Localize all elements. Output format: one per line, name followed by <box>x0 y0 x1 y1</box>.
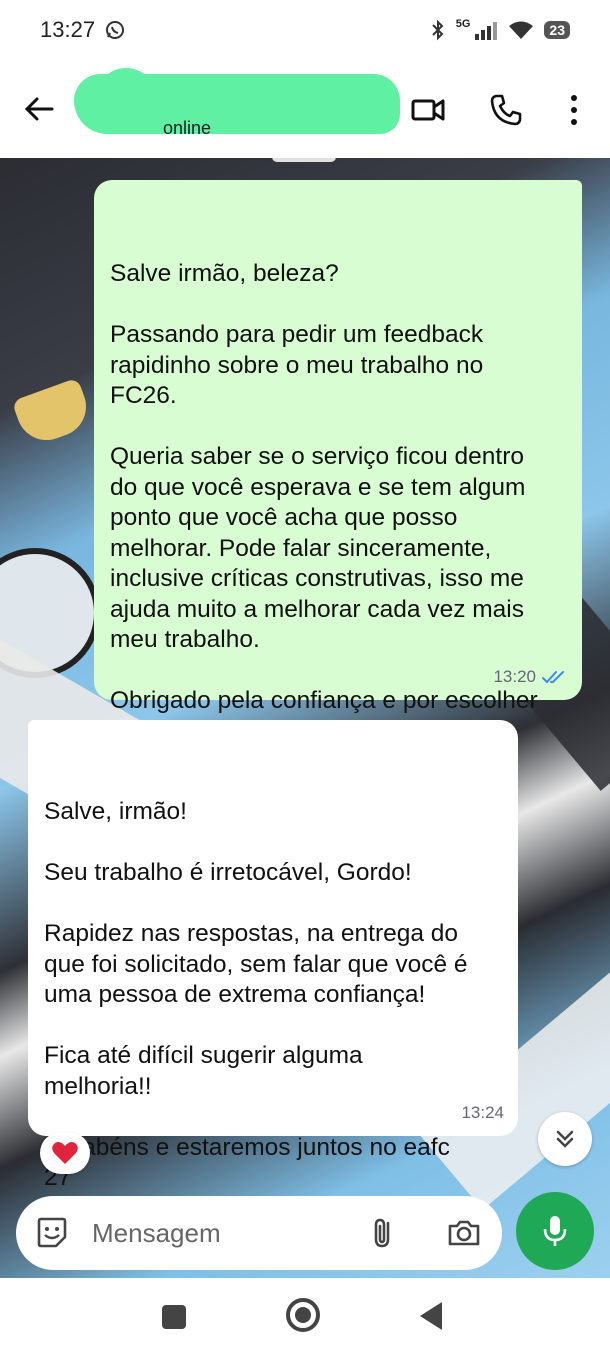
heart-icon <box>52 1142 78 1164</box>
chat-area[interactable]: Salve irmão, beleza? Passando para pedir… <box>0 158 610 1278</box>
camera-icon[interactable] <box>446 1215 482 1251</box>
video-call-icon[interactable] <box>410 92 446 128</box>
network-label: 5G <box>455 18 471 30</box>
microphone-icon <box>543 1216 567 1246</box>
message-text: Salve, irmão! Seu trabalho é irretocável… <box>44 798 468 1191</box>
bluetooth-icon <box>432 19 444 41</box>
battery-indicator: 23 <box>544 21 570 39</box>
status-time: 13:27 <box>40 17 96 42</box>
message-composer <box>16 1196 502 1270</box>
wallpaper-decoration <box>11 377 95 449</box>
contact-name-redacted[interactable] <box>74 74 400 134</box>
heart-reaction[interactable] <box>40 1132 90 1174</box>
status-bar: 13:27 5G 23 <box>0 0 610 60</box>
message-time: 13:24 <box>461 1102 504 1122</box>
message-time: 13:20 <box>493 666 536 686</box>
more-vertical-icon[interactable] <box>556 92 592 128</box>
sticker-icon[interactable] <box>34 1215 70 1251</box>
contact-status: online <box>163 118 212 138</box>
paperclip-icon[interactable] <box>366 1215 402 1251</box>
microphone-button[interactable] <box>516 1192 594 1270</box>
recents-button[interactable] <box>162 1305 186 1329</box>
system-back-button[interactable] <box>420 1302 442 1330</box>
arrow-left-icon[interactable] <box>22 92 56 126</box>
system-navigation-bar <box>0 1280 610 1356</box>
scroll-to-bottom-button[interactable] <box>538 1112 592 1166</box>
double-check-read-icon <box>542 670 564 684</box>
date-pill <box>272 158 336 162</box>
home-button[interactable] <box>286 1298 320 1332</box>
chat-header: online <box>0 60 610 158</box>
signal-icon <box>475 22 498 40</box>
message-meta: 13:24 <box>461 1098 504 1129</box>
whatsapp-notification-icon <box>106 21 125 39</box>
message-meta: 13:20 <box>493 662 568 693</box>
message-input[interactable] <box>92 1216 352 1250</box>
phone-icon[interactable] <box>488 92 524 128</box>
incoming-message-bubble[interactable]: Salve, irmão! Seu trabalho é irretocável… <box>28 720 518 1191</box>
outgoing-message-bubble[interactable]: Salve irmão, beleza? Passando para pedir… <box>94 180 582 745</box>
double-chevron-down-icon <box>556 1130 574 1148</box>
wifi-icon <box>509 21 534 39</box>
